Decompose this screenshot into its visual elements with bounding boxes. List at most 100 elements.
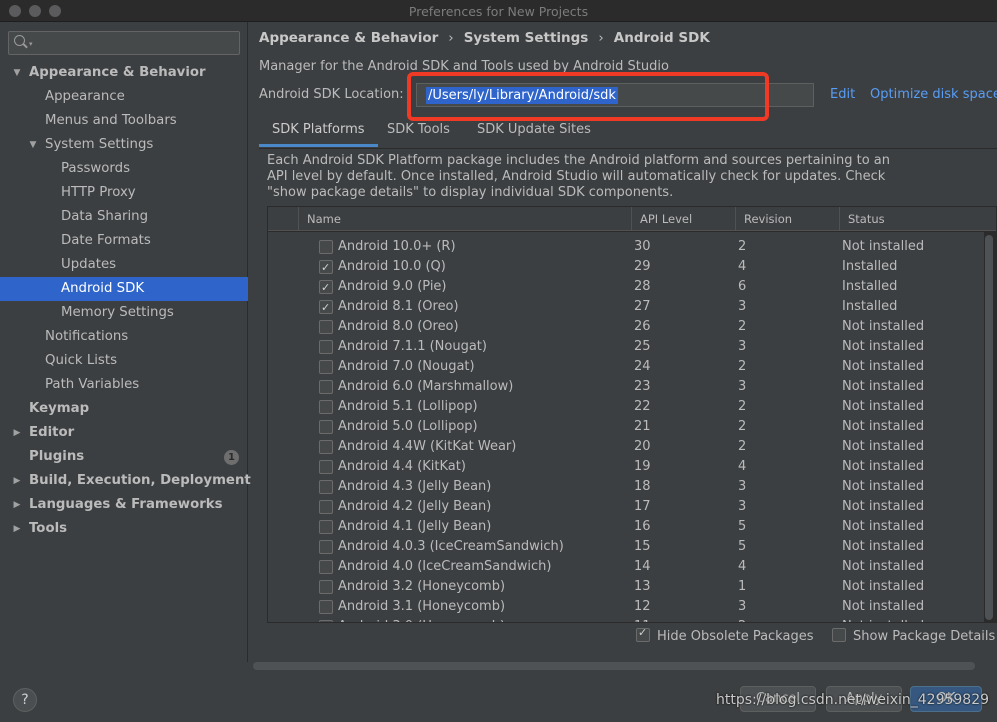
table-row[interactable]: Android 4.4W (KitKat Wear) 20 2 Not install… bbox=[268, 437, 984, 457]
table-row[interactable]: Android 4.2 (Jelly Bean) 17 3 Not installed bbox=[268, 497, 984, 517]
sidebar-item[interactable]: Keymap bbox=[0, 397, 248, 421]
sidebar-item[interactable]: ▼ Appearance & Behavior bbox=[0, 61, 248, 85]
cell-rev: 3 bbox=[738, 479, 747, 494]
table-row[interactable]: Android 5.0 (Lollipop) 21 2 Not installed bbox=[268, 417, 984, 437]
table-row[interactable]: Android 4.0 (IceCreamSandwich) 14 4 Not ins… bbox=[268, 557, 984, 577]
row-checkbox[interactable] bbox=[319, 620, 333, 622]
hide-obsolete-option[interactable]: Hide Obsolete Packages bbox=[636, 626, 813, 644]
sidebar-item[interactable]: Quick Lists bbox=[0, 349, 248, 373]
optimize-disk-space-link[interactable]: Optimize disk space bbox=[870, 87, 997, 102]
show-package-details-checkbox[interactable] bbox=[832, 628, 846, 642]
column-header-name[interactable]: Name bbox=[298, 207, 631, 231]
table-row[interactable]: Android 7.0 (Nougat) 24 2 Not installed bbox=[268, 357, 984, 377]
table-row[interactable]: Android 3.2 (Honeycomb) 13 1 Not installed bbox=[268, 577, 984, 597]
cell-name: Android 3.1 (Honeycomb) bbox=[338, 599, 506, 614]
row-checkbox[interactable] bbox=[319, 440, 333, 454]
row-checkbox[interactable] bbox=[319, 340, 333, 354]
table-row[interactable]: Android 7.1.1 (Nougat) 25 3 Not installed bbox=[268, 337, 984, 357]
cell-rev: 1 bbox=[738, 579, 747, 594]
row-checkbox[interactable] bbox=[319, 420, 333, 434]
sidebar-item[interactable]: ▶ Languages & Frameworks bbox=[0, 493, 248, 517]
cell-status: Not installed bbox=[842, 359, 925, 374]
cell-status: Not installed bbox=[842, 599, 925, 614]
row-checkbox[interactable] bbox=[319, 580, 333, 594]
row-checkbox[interactable] bbox=[319, 258, 333, 278]
collapse-arrow-icon[interactable]: ▶ bbox=[12, 421, 22, 445]
sidebar-item[interactable]: Updates bbox=[0, 253, 248, 277]
row-checkbox[interactable] bbox=[319, 480, 333, 494]
row-checkbox[interactable] bbox=[319, 240, 333, 254]
table-row[interactable]: Android 8.0 (Oreo) 26 2 Not installed bbox=[268, 317, 984, 337]
row-checkbox[interactable] bbox=[319, 600, 333, 614]
row-checkbox[interactable] bbox=[319, 278, 333, 298]
cell-rev: 3 bbox=[738, 299, 747, 314]
collapse-arrow-icon[interactable]: ▶ bbox=[12, 493, 22, 517]
row-checkbox[interactable] bbox=[319, 400, 333, 414]
cell-name: Android 7.1.1 (Nougat) bbox=[338, 339, 487, 354]
help-button[interactable]: ? bbox=[13, 688, 37, 712]
collapse-arrow-icon[interactable]: ▶ bbox=[12, 517, 22, 541]
settings-search-input[interactable]: ▾ bbox=[8, 31, 240, 55]
sidebar-item-label: Quick Lists bbox=[45, 353, 117, 368]
expand-arrow-icon[interactable]: ▼ bbox=[12, 61, 22, 85]
sidebar-item[interactable]: Path Variables bbox=[0, 373, 248, 397]
table-row[interactable]: Android 10.0 (Q) 29 4 Installed bbox=[268, 257, 984, 278]
sidebar-item[interactable]: Memory Settings bbox=[0, 301, 248, 325]
table-row[interactable]: Android 6.0 (Marshmallow) 23 3 Not installe… bbox=[268, 377, 984, 397]
horizontal-scrollbar[interactable] bbox=[253, 662, 975, 670]
row-checkbox[interactable] bbox=[319, 560, 333, 574]
column-header-api-level[interactable]: API Level bbox=[631, 207, 735, 231]
sidebar-item[interactable]: Plugins 1 bbox=[0, 445, 248, 469]
show-details-option[interactable]: Show Package Details bbox=[832, 628, 995, 644]
table-row[interactable]: Android 5.1 (Lollipop) 22 2 Not installed bbox=[268, 397, 984, 417]
cell-name: Android 3.2 (Honeycomb) bbox=[338, 579, 506, 594]
table-row[interactable]: Android 4.1 (Jelly Bean) 16 5 Not installed bbox=[268, 517, 984, 537]
column-header-status[interactable]: Status bbox=[839, 207, 996, 231]
cell-api: 14 bbox=[634, 559, 651, 574]
edit-link[interactable]: Edit bbox=[830, 87, 855, 102]
row-checkbox[interactable] bbox=[319, 298, 333, 318]
sidebar-item[interactable]: HTTP Proxy bbox=[0, 181, 248, 205]
tab-sdk-platforms[interactable]: SDK Platforms bbox=[259, 117, 378, 147]
expand-arrow-icon[interactable]: ▼ bbox=[28, 133, 38, 157]
tab-sdk-tools[interactable]: SDK Tools bbox=[387, 117, 450, 147]
tab-sdk-update-sites[interactable]: SDK Update Sites bbox=[477, 117, 591, 147]
cell-status: Not installed bbox=[842, 459, 925, 474]
row-checkbox[interactable] bbox=[319, 500, 333, 514]
sidebar-item[interactable]: ▶ Build, Execution, Deployment bbox=[0, 469, 251, 493]
cell-rev: 4 bbox=[738, 459, 747, 474]
sidebar-item[interactable]: ▶ Editor bbox=[0, 421, 248, 445]
dialog-footer: ? Cancel Apply OK https://blog.csdn.net/… bbox=[0, 678, 997, 722]
collapse-arrow-icon[interactable]: ▶ bbox=[12, 469, 22, 493]
table-vertical-scrollbar[interactable] bbox=[985, 235, 993, 620]
sidebar-item[interactable]: Notifications bbox=[0, 325, 248, 349]
row-checkbox[interactable] bbox=[319, 360, 333, 374]
sidebar-item[interactable]: Appearance bbox=[0, 85, 248, 109]
sidebar-item[interactable]: Date Formats bbox=[0, 229, 248, 253]
table-row[interactable]: Android 3.0 (Honeycomb) 11 2 Not installed bbox=[268, 617, 984, 622]
hide-obsolete-checkbox[interactable] bbox=[636, 626, 650, 642]
sidebar-item[interactable]: Passwords bbox=[0, 157, 248, 181]
sidebar-item[interactable]: Menus and Toolbars bbox=[0, 109, 248, 133]
sidebar-item[interactable]: Data Sharing bbox=[0, 205, 248, 229]
android-sdk-panel: Appearance & Behavior › System Settings › An… bbox=[249, 22, 997, 662]
row-checkbox[interactable] bbox=[319, 460, 333, 474]
column-header-revision[interactable]: Revision bbox=[735, 207, 839, 231]
sidebar-item[interactable]: ▶ Tools bbox=[0, 517, 248, 541]
row-checkbox[interactable] bbox=[319, 380, 333, 394]
row-checkbox[interactable] bbox=[319, 520, 333, 534]
table-row[interactable]: Android 4.0.3 (IceCreamSandwich) 15 5 Not i… bbox=[268, 537, 984, 557]
row-checkbox[interactable] bbox=[319, 320, 333, 334]
cell-rev: 2 bbox=[738, 359, 747, 374]
table-row[interactable]: Android 9.0 (Pie) 28 6 Installed bbox=[268, 277, 984, 298]
row-checkbox[interactable] bbox=[319, 540, 333, 554]
sidebar-item[interactable]: ▼ System Settings bbox=[0, 133, 248, 157]
table-row[interactable]: Android 4.3 (Jelly Bean) 18 3 Not installed bbox=[268, 477, 984, 497]
sidebar-item[interactable]: Android SDK bbox=[0, 277, 248, 301]
sdk-location-label: Android SDK Location: bbox=[259, 87, 404, 102]
table-row[interactable]: Android 4.4 (KitKat) 19 4 Not installed bbox=[268, 457, 984, 477]
table-row[interactable]: Android 10.0+ (R) 30 2 Not installed bbox=[268, 237, 984, 257]
table-row[interactable]: Android 8.1 (Oreo) 27 3 Installed bbox=[268, 297, 984, 318]
sidebar-item-label: Memory Settings bbox=[61, 305, 174, 320]
table-row[interactable]: Android 3.1 (Honeycomb) 12 3 Not installed bbox=[268, 597, 984, 617]
